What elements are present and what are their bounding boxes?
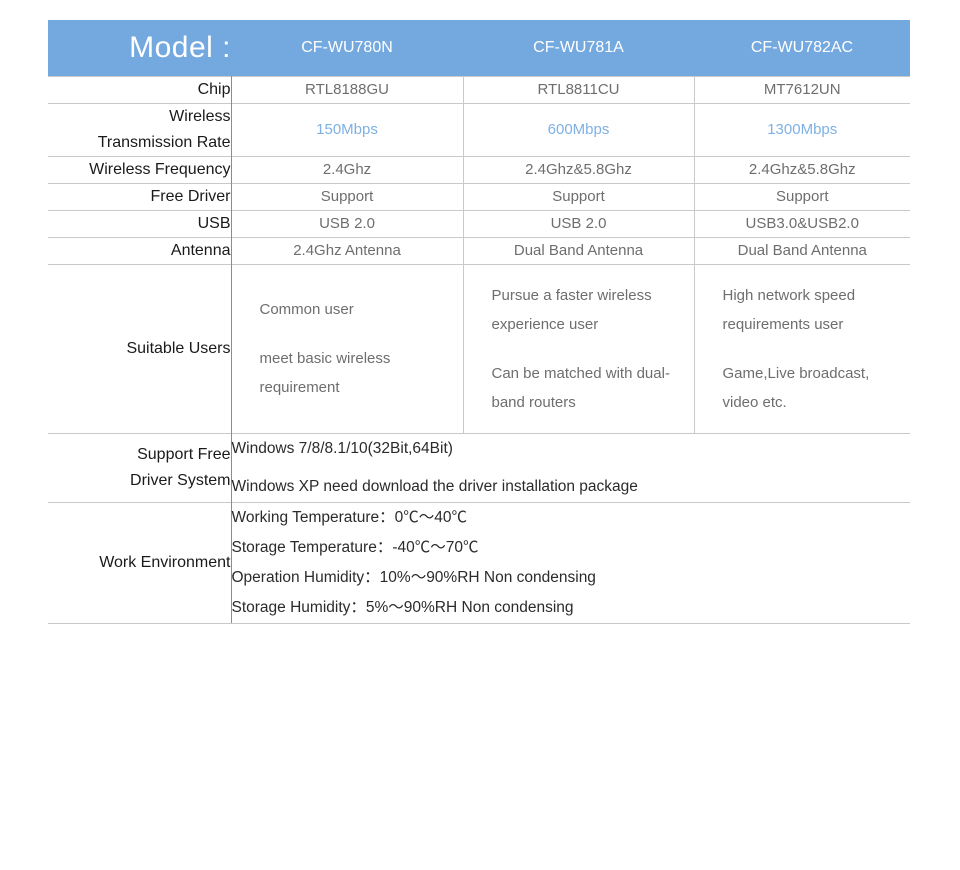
row-label-free-driver: Free Driver [48,182,232,210]
table-row: Antenna 2.4Ghz Antenna Dual Band Antenna… [48,236,910,264]
suitable-users-paragraph: meet basic wireless requirement [259,350,391,396]
cell-rate-model-1: 150Mbps [231,102,463,156]
work-environment-line: Operation Humidity：10%〜90%RH Non condens… [231,568,596,586]
cell-suitable-users-model-1: Common user meet basic wireless requirem… [231,263,463,433]
header-model-2: CF-WU781A [463,20,694,76]
table-row: USB USB 2.0 USB 2.0 USB3.0&USB2.0 [48,209,910,237]
cell-chip-model-3: MT7612UN [693,75,910,103]
row-label-transmission-rate: Wireless Transmission Rate [48,102,232,156]
cell-chip-model-1: RTL8188GU [231,75,463,103]
cell-usb-model-3: USB3.0&USB2.0 [693,209,910,237]
cell-usb-model-1: USB 2.0 [231,209,463,237]
product-spec-sheet: Model : CF-WU780N CF-WU781A CF-WU782AC C… [0,0,960,870]
cell-frequency-model-2: 2.4Ghz&5.8Ghz [462,155,694,183]
table-row: Chip RTL8188GU RTL8811CU MT7612UN [48,75,910,103]
header-model-1: CF-WU780N [231,20,463,76]
cell-suitable-users-model-2: Pursue a faster wireless experience user… [462,263,694,433]
table-row: Free Driver Support Support Support [48,182,910,210]
suitable-users-paragraph: Game,Live broadcast, video etc. [722,364,870,411]
suitable-users-paragraph: Can be matched with dual-band routers [491,364,670,411]
cell-frequency-model-1: 2.4Ghz [231,155,463,183]
work-environment-line: Working Temperature：0℃〜40℃ [231,508,467,526]
table-body: Chip RTL8188GU RTL8811CU MT7612UN Wirele… [48,75,910,624]
cell-free-driver-model-2: Support [462,182,694,210]
row-label-suitable-users: Suitable Users [48,263,232,433]
row-label-line-1: Support Free [137,445,231,463]
header-row: Model : CF-WU780N CF-WU781A CF-WU782AC [48,20,910,76]
cell-free-driver-model-3: Support [693,182,910,210]
cell-antenna-model-3: Dual Band Antenna [693,236,910,264]
cell-work-environment: Working Temperature：0℃〜40℃ Storage Tempe… [231,501,910,624]
driver-system-line: Windows XP need download the driver inst… [231,477,638,495]
cell-antenna-model-2: Dual Band Antenna [462,236,694,264]
table-header: Model : CF-WU780N CF-WU781A CF-WU782AC [48,20,910,76]
header-model-label: Model : [48,20,231,76]
table-row: Support Free Driver System Windows 7/8/8… [48,432,910,502]
row-label-line-2: Transmission Rate [97,133,231,151]
cell-usb-model-2: USB 2.0 [462,209,694,237]
spec-comparison-table: Model : CF-WU780N CF-WU781A CF-WU782AC C… [48,20,910,624]
cell-rate-model-3: 1300Mbps [693,102,910,156]
row-label-work-environment: Work Environment [48,501,232,624]
cell-suitable-users-model-3: High network speed requirements user Gam… [693,263,910,433]
cell-rate-model-2: 600Mbps [462,102,694,156]
cell-chip-model-2: RTL8811CU [462,75,694,103]
cell-support-driver-system: Windows 7/8/8.1/10(32Bit,64Bit) Windows … [231,432,910,502]
row-label-wireless-frequency: Wireless Frequency [48,155,232,183]
header-model-3: CF-WU782AC [694,20,910,76]
cell-frequency-model-3: 2.4Ghz&5.8Ghz [693,155,910,183]
row-label-chip: Chip [48,75,232,103]
table-row: Wireless Transmission Rate 150Mbps 600Mb… [48,102,910,156]
work-environment-line: Storage Temperature：-40℃〜70℃ [231,538,479,556]
row-label-support-driver-system: Support Free Driver System [48,432,232,502]
row-label-antenna: Antenna [48,236,232,264]
work-environment-line: Storage Humidity：5%〜90%RH Non condensing [231,598,574,616]
suitable-users-paragraph: Pursue a faster wireless experience user [491,286,652,333]
suitable-users-paragraph: Common user [259,301,354,318]
table-row: Suitable Users Common user meet basic wi… [48,263,910,433]
cell-free-driver-model-1: Support [231,182,463,210]
cell-antenna-model-1: 2.4Ghz Antenna [231,236,463,264]
table-row: Work Environment Working Temperature：0℃〜… [48,501,910,624]
row-label-usb: USB [48,209,232,237]
driver-system-line: Windows 7/8/8.1/10(32Bit,64Bit) [231,439,453,457]
row-label-line-1: Wireless [169,107,231,125]
suitable-users-paragraph: High network speed requirements user [722,286,856,333]
table-row: Wireless Frequency 2.4Ghz 2.4Ghz&5.8Ghz … [48,155,910,183]
row-label-line-2: Driver System [130,471,231,489]
